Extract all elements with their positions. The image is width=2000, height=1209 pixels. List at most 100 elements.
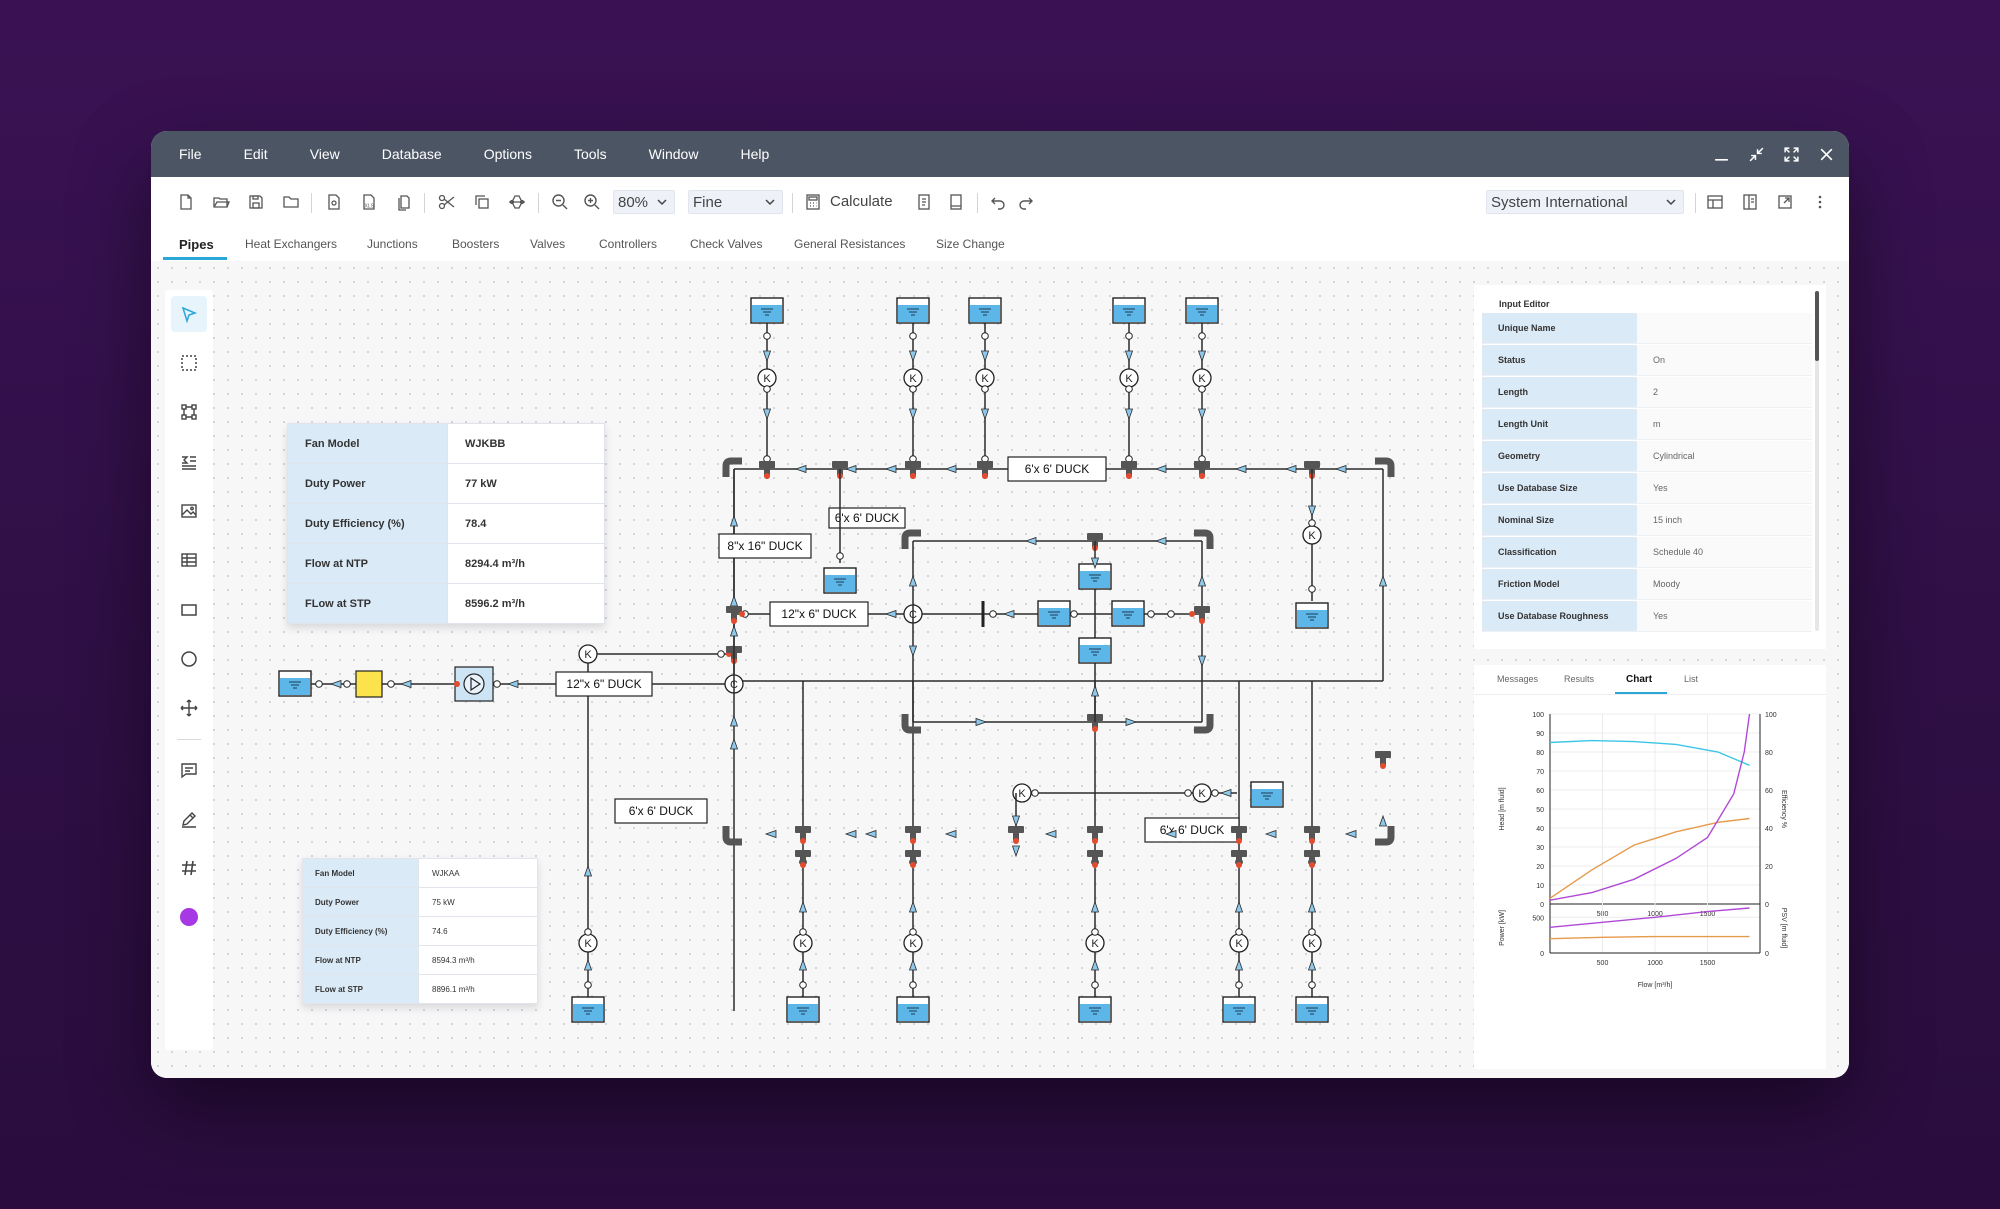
zoom-in-icon[interactable] <box>581 191 603 213</box>
rectangle-icon[interactable] <box>171 592 207 628</box>
table-row: Flow at NTP 8594.3 m³/h <box>302 945 538 975</box>
y-tick-label: 0 <box>1540 902 1544 909</box>
layout-icon[interactable] <box>1704 191 1726 213</box>
node-edit-icon[interactable] <box>171 394 207 430</box>
new-file-icon[interactable] <box>175 191 197 213</box>
scrollbar-thumb[interactable] <box>1815 291 1819 361</box>
menu-window[interactable]: Window <box>649 146 699 162</box>
tab-boosters[interactable]: Boosters <box>452 237 499 251</box>
input-editor-row[interactable]: Geometry Cylindrical <box>1482 441 1812 472</box>
zoom-value: 80% <box>618 193 649 211</box>
grid-hash-icon[interactable] <box>171 850 207 886</box>
input-editor-row[interactable]: Length 2 <box>1482 377 1812 408</box>
input-editor-row[interactable]: Use Database Size Yes <box>1482 473 1812 504</box>
property-value[interactable]: Moody <box>1637 569 1812 599</box>
input-editor-row[interactable]: Unique Name <box>1482 313 1812 344</box>
more-icon[interactable] <box>1809 191 1831 213</box>
circle-icon[interactable] <box>171 641 207 677</box>
menu-view[interactable]: View <box>310 146 340 162</box>
menu-file[interactable]: File <box>179 146 202 162</box>
property-value[interactable]: m <box>1637 409 1812 439</box>
tab-list[interactable]: List <box>1684 674 1698 684</box>
chevron-down-icon <box>1666 199 1676 206</box>
property-value[interactable]: Yes <box>1637 473 1812 503</box>
mesh-select[interactable]: Fine <box>688 190 783 214</box>
input-editor-row[interactable]: Classification Schedule 40 <box>1482 537 1812 568</box>
table-key: FLow at STP <box>302 974 419 1004</box>
zoom-out-icon[interactable] <box>549 191 571 213</box>
property-value[interactable]: Cylindrical <box>1637 441 1812 471</box>
input-editor-scrollbar[interactable] <box>1815 291 1819 631</box>
cut-icon[interactable] <box>436 191 458 213</box>
export-document-icon[interactable] <box>323 191 345 213</box>
report-icon[interactable] <box>913 191 935 213</box>
tab-pipes[interactable]: Pipes <box>179 237 214 252</box>
save-icon[interactable] <box>245 191 267 213</box>
tab-messages[interactable]: Messages <box>1497 674 1538 684</box>
copy-icon[interactable] <box>471 191 493 213</box>
tab-check-valves[interactable]: Check Valves <box>690 237 762 251</box>
menu-options[interactable]: Options <box>484 146 532 162</box>
property-name: Classification <box>1482 537 1637 567</box>
pencil-icon[interactable] <box>171 801 207 837</box>
property-value[interactable] <box>1637 313 1812 343</box>
redo-icon[interactable] <box>1015 191 1037 213</box>
rectangle-select-icon[interactable] <box>171 345 207 381</box>
input-editor-row[interactable]: Length Unit m <box>1482 409 1812 440</box>
move-icon[interactable] <box>171 690 207 726</box>
tab-controllers[interactable]: Controllers <box>599 237 657 251</box>
external-link-icon[interactable] <box>1774 191 1796 213</box>
color-picker-icon[interactable] <box>171 899 207 935</box>
menu-help[interactable]: Help <box>740 146 769 162</box>
toolbar-separator <box>538 193 539 213</box>
property-value[interactable]: 15 inch <box>1637 505 1812 535</box>
input-editor-row[interactable]: Status On <box>1482 345 1812 376</box>
calculate-button[interactable]: Calculate <box>830 193 893 210</box>
select-pointer-icon[interactable] <box>171 296 207 332</box>
property-value[interactable]: Yes <box>1637 601 1812 631</box>
close-icon[interactable] <box>1818 146 1835 163</box>
tab-results[interactable]: Results <box>1564 674 1594 684</box>
tab-heat-exchangers[interactable]: Heat Exchangers <box>245 237 337 251</box>
unit-system-select[interactable]: System International <box>1486 190 1684 214</box>
y2-tick-label: 20 <box>1765 864 1773 871</box>
property-value[interactable]: On <box>1637 345 1812 375</box>
property-value[interactable]: 2 <box>1637 377 1812 407</box>
y-tick-label: 50 <box>1536 807 1544 814</box>
property-name: Use Database Roughness <box>1482 601 1637 631</box>
table-icon[interactable] <box>171 542 207 578</box>
maximize-icon[interactable] <box>1783 146 1800 163</box>
copy-document-icon[interactable] <box>393 191 415 213</box>
folder-icon[interactable] <box>280 191 302 213</box>
tab-valves[interactable]: Valves <box>530 237 565 251</box>
tab-general-resistances[interactable]: General Resistances <box>794 237 905 251</box>
menu-database[interactable]: Database <box>382 146 442 162</box>
input-editor-row[interactable]: Use Database Roughness Yes <box>1482 601 1812 632</box>
notebook-icon[interactable] <box>945 191 967 213</box>
chevron-down-icon <box>657 199 667 206</box>
minimize-icon[interactable] <box>1713 146 1730 163</box>
table-row: Duty Power 75 kW <box>302 887 538 917</box>
menu-edit[interactable]: Edit <box>244 146 268 162</box>
series-line <box>1549 935 1750 940</box>
comment-icon[interactable] <box>171 752 207 788</box>
text-list-icon[interactable] <box>171 444 207 480</box>
input-editor-row[interactable]: Nominal Size 15 inch <box>1482 505 1812 536</box>
tab-size-change[interactable]: Size Change <box>936 237 1005 251</box>
panel-icon[interactable] <box>1739 191 1761 213</box>
tab-junctions[interactable]: Junctions <box>367 237 418 251</box>
y-tick-label: 100 <box>1532 712 1544 719</box>
calculator-icon[interactable] <box>802 191 824 213</box>
diagram-icon[interactable] <box>506 191 528 213</box>
property-value[interactable]: Schedule 40 <box>1637 537 1812 567</box>
toolbar-separator <box>311 193 312 213</box>
export-xls-icon[interactable]: XLS <box>358 191 380 213</box>
image-icon[interactable] <box>171 493 207 529</box>
zoom-select[interactable]: 80% <box>613 190 675 214</box>
collapse-icon[interactable] <box>1748 146 1765 163</box>
menu-tools[interactable]: Tools <box>574 146 607 162</box>
input-editor-row[interactable]: Friction Model Moody <box>1482 569 1812 600</box>
tab-chart[interactable]: Chart <box>1626 674 1652 685</box>
open-folder-icon[interactable] <box>210 191 232 213</box>
undo-icon[interactable] <box>987 191 1009 213</box>
